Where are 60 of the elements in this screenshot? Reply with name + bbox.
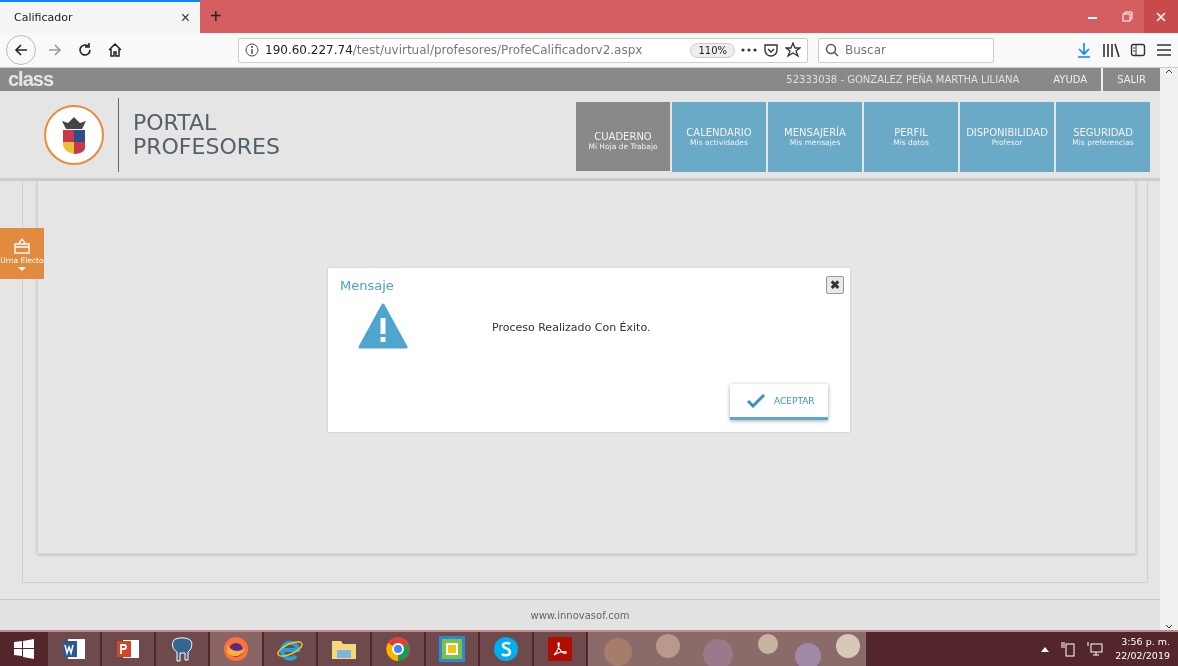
forward-arrow-icon — [47, 42, 63, 58]
pocket-icon[interactable] — [763, 42, 779, 58]
pdf-app-icon — [548, 637, 572, 661]
check-icon — [746, 392, 766, 409]
tab-title: Calificador — [14, 11, 73, 24]
site-logo: class — [7, 68, 54, 91]
scroll-down-icon[interactable] — [1165, 624, 1173, 630]
library-icon[interactable] — [1102, 42, 1120, 58]
accept-button[interactable]: ACEPTAR — [730, 384, 828, 420]
taskbar-app[interactable] — [102, 632, 154, 666]
taskbar-app[interactable] — [480, 632, 532, 666]
network-icon[interactable] — [1087, 641, 1104, 657]
fox-browser-icon — [223, 636, 249, 662]
close-tab-button[interactable]: × — [180, 8, 190, 27]
info-icon — [245, 43, 259, 57]
menu-icon[interactable] — [1156, 42, 1172, 58]
more-actions-icon[interactable] — [741, 47, 757, 53]
url-text: 190.60.227.74/test/uvirtual/profesores/ProfeCalificadorv2.aspx — [265, 43, 644, 57]
taskbar-app[interactable] — [210, 632, 262, 666]
dialog-message: Proceso Realizado Con Éxito. — [492, 321, 651, 334]
star-icon[interactable] — [785, 42, 801, 58]
new-tab-button[interactable]: + — [200, 0, 232, 33]
show-hidden-icons-icon[interactable] — [1041, 646, 1050, 652]
warning-icon — [358, 303, 408, 349]
restore-icon — [1121, 11, 1133, 22]
caret-icon — [17, 267, 27, 271]
portal-title: PORTAL PROFESORES — [133, 110, 280, 159]
home-icon — [107, 42, 123, 58]
footer-text: www.innovasof.com — [530, 609, 630, 621]
wheel-browser-icon — [385, 636, 411, 662]
download-icon[interactable] — [1076, 42, 1092, 58]
taskbar-app[interactable] — [372, 632, 424, 666]
zoom-level-button[interactable]: 110% — [690, 42, 735, 58]
ballot-box-icon — [13, 236, 31, 254]
top-link[interactable]: AYUDA — [1039, 68, 1102, 91]
taskbar-app[interactable] — [48, 632, 100, 666]
address-bar[interactable]: 190.60.227.74/test/uvirtual/profesores/ProfeCalificadorv2.aspx 110% — [238, 37, 808, 63]
slides-app-icon — [116, 637, 140, 661]
taskbar-app[interactable] — [534, 632, 586, 666]
taskbar-app[interactable] — [318, 632, 370, 666]
reload-icon — [77, 42, 93, 58]
windows-logo-icon — [14, 639, 34, 659]
document-app-icon — [62, 637, 86, 661]
search-field[interactable]: Buscar — [818, 37, 994, 63]
battery-icon[interactable] — [1061, 641, 1076, 657]
close-button[interactable]: ✖ — [826, 276, 844, 294]
clock[interactable]: 3:56 p. m. 22/02/2019 — [1115, 635, 1170, 663]
back-button[interactable] — [6, 35, 36, 65]
close-icon — [1156, 11, 1166, 22]
taskbar-app[interactable] — [426, 632, 478, 666]
taskbar-app[interactable] — [264, 632, 316, 666]
grid-app-icon — [439, 636, 465, 662]
sidebar-icon[interactable] — [1130, 42, 1146, 58]
browser-tab[interactable]: Calificador × — [0, 0, 200, 33]
user-name: 52333038 - GONZALEZ PEÑA MARTHA LILIANA — [786, 74, 1021, 85]
dialog-title: Mensaje — [340, 278, 394, 293]
chat-app-icon — [493, 636, 519, 662]
scroll-up-icon[interactable] — [1165, 68, 1173, 74]
back-arrow-icon — [13, 42, 29, 58]
taskbar-app[interactable] — [156, 632, 208, 666]
